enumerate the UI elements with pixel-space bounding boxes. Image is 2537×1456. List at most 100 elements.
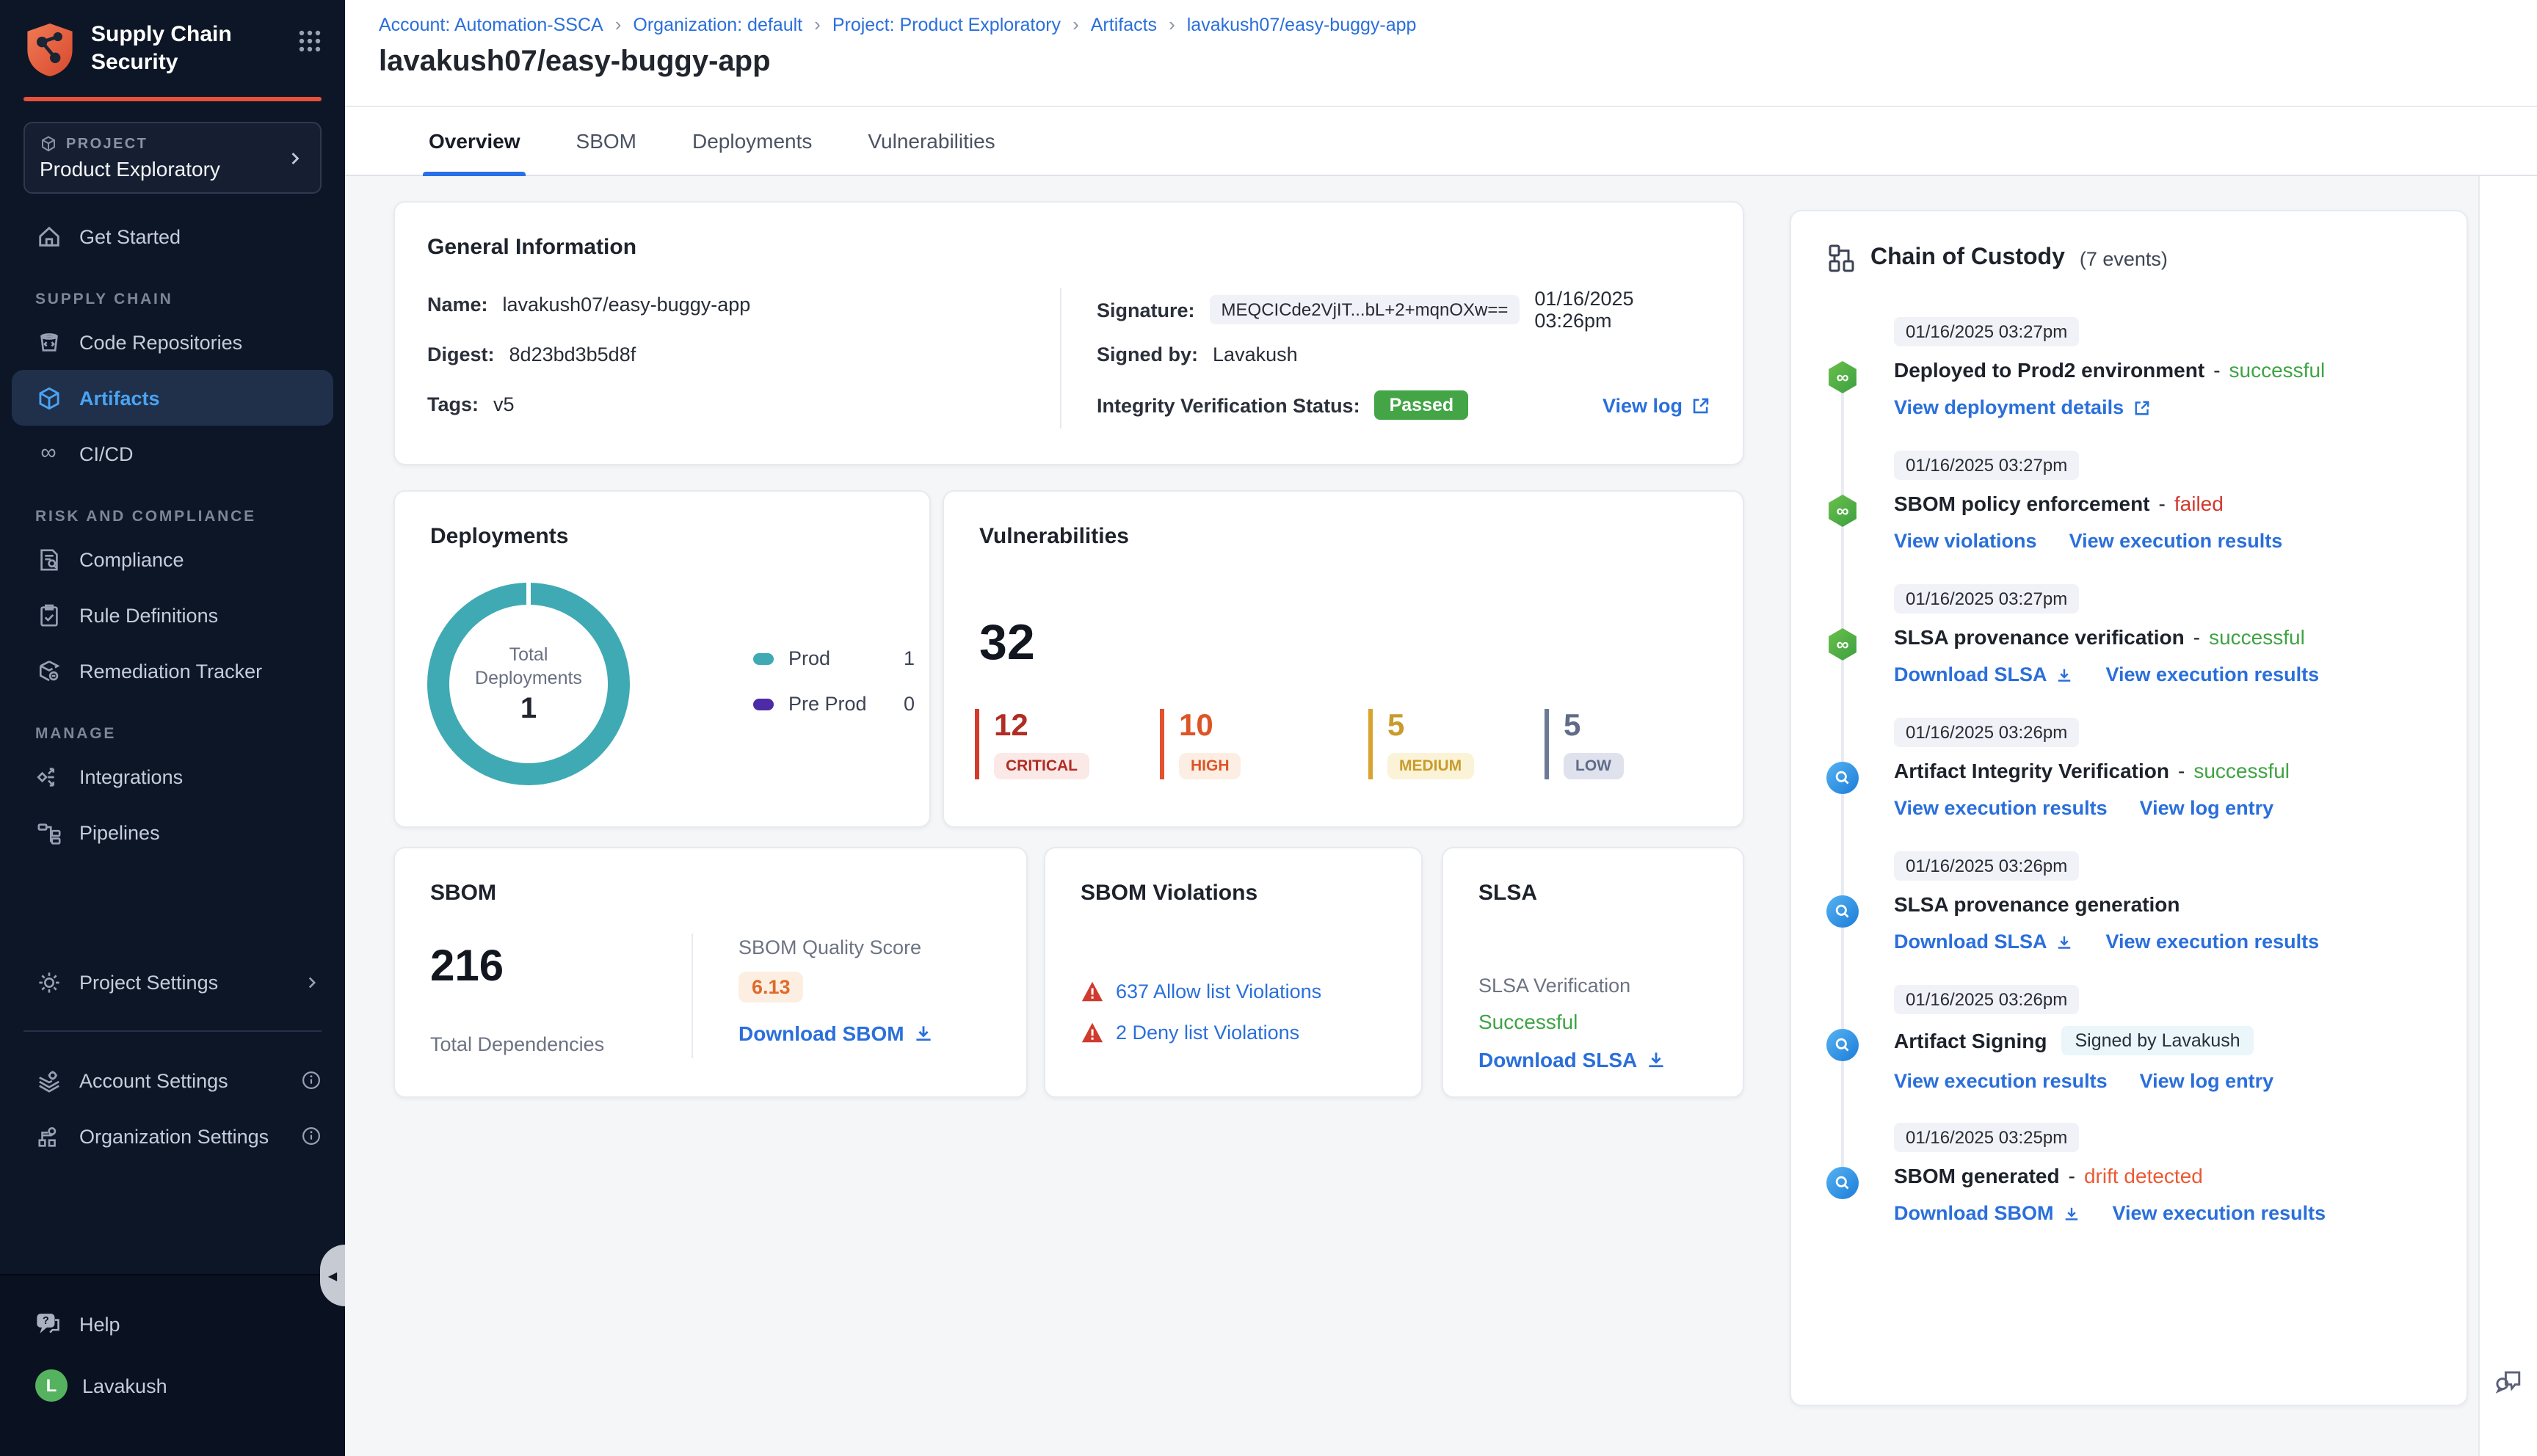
download-sbom-link[interactable]: Download SBOM [738,1022,934,1045]
view-violations-link[interactable]: View violations [1894,530,2037,552]
critical-badge: CRITICAL [994,753,1089,779]
event-timestamp: 01/16/2025 03:27pm [1894,317,2080,346]
info-icon[interactable] [301,1126,322,1146]
digest-label: Digest: [427,343,495,365]
help-button[interactable]: ? Help [35,1311,322,1337]
deny-list-violations-link[interactable]: 2 Deny list Violations [1116,1022,1299,1044]
view-deployment-details-link[interactable]: View deployment details [1894,396,2150,418]
feedback-chat-icon[interactable] [2493,1365,2525,1397]
chain-of-custody-icon [1829,244,1854,272]
event-title: SBOM policy enforcement [1894,492,2150,515]
event-title: SLSA provenance generation [1894,892,2180,916]
avatar: L [35,1369,68,1402]
view-execution-results-link[interactable]: View execution results [2106,931,2320,953]
sidebar-item-integrations[interactable]: Integrations [0,749,345,804]
download-slsa-link[interactable]: Download SLSA [1894,931,2074,953]
signed-by-value: Lavakush [1213,343,1298,365]
breadcrumb-current[interactable]: lavakush07/easy-buggy-app [1187,14,1417,34]
preprod-swatch [753,698,774,710]
deployments-donut-chart: Total Deployments 1 [427,583,630,785]
gear-icon [35,969,62,995]
sidebar-item-artifacts[interactable]: Artifacts [12,370,333,426]
warning-icon [1081,981,1103,1002]
event-title: SBOM generated [1894,1164,2060,1187]
view-log-entry-link[interactable]: View log entry [2140,1070,2274,1092]
view-log-entry-link[interactable]: View log entry [2140,797,2274,819]
integrity-status-label: Integrity Verification Status: [1097,394,1360,416]
ssca-scan-icon [1826,1029,1859,1061]
sidebar-footer: ? Help L Lavakush [0,1274,345,1456]
sbom-quality-score-label: SBOM Quality Score [738,936,922,958]
card-title: General Information [427,235,637,260]
info-icon[interactable] [301,1070,322,1091]
view-log-link[interactable]: View log [1603,394,1710,416]
download-sbom-link[interactable]: Download SBOM [1894,1202,2080,1224]
tab-sbom[interactable]: SBOM [576,107,636,175]
chevron-right-icon [285,148,305,168]
sidebar-item-cicd[interactable]: ∞ CI/CD [0,426,345,481]
breadcrumb-organization[interactable]: Organization: default [633,14,802,34]
digest-value: 8d23bd3b5d8f [509,343,636,365]
general-information-card: General Information Name: lavakush07/eas… [393,201,1744,465]
sbom-violations-card: SBOM Violations 637 Allow list Violation… [1044,847,1423,1098]
deployments-card: Deployments Total Deployments 1 Prod 1 P… [393,490,931,828]
project-name: Product Exploratory [40,157,220,181]
prod-swatch [753,652,774,664]
artifact-name-value: lavakush07/easy-buggy-app [502,294,751,316]
ssca-scan-icon [1826,1167,1859,1199]
download-icon [1649,1052,1663,1068]
deployments-legend: Prod 1 Pre Prod 0 [753,647,915,738]
module-grid-icon[interactable] [298,29,322,53]
breadcrumb-account[interactable]: Account: Automation-SSCA [379,14,603,34]
sidebar-item-rule-definitions[interactable]: Rule Definitions [0,587,345,643]
breadcrumb: Account: Automation-SSCA › Organization:… [379,13,1417,35]
infinity-icon: ∞ [40,440,57,465]
view-execution-results-link[interactable]: View execution results [1894,797,2108,819]
sidebar-item-get-started[interactable]: Get Started [0,208,345,264]
right-rail [2478,176,2537,1456]
sidebar-item-remediation-tracker[interactable]: Remediation Tracker [0,643,345,699]
shield-logo-icon [23,21,76,79]
sidebar-item-compliance[interactable]: Compliance [0,531,345,587]
sidebar-item-account-settings[interactable]: Account Settings [0,1052,345,1108]
sidebar-item-code-repositories[interactable]: Code Repositories [0,314,345,370]
section-label-supply-chain: SUPPLY CHAIN [35,291,173,308]
sidebar-item-project-settings[interactable]: Project Settings [0,954,345,1010]
legend-item-prod: Prod 1 [753,647,915,669]
breadcrumb-project[interactable]: Project: Product Exploratory [832,14,1061,34]
view-execution-results-link[interactable]: View execution results [1894,1070,2108,1092]
download-icon [2058,935,2071,948]
content: General Information Name: lavakush07/eas… [345,176,2537,1456]
view-execution-results-link[interactable]: View execution results [2069,530,2283,552]
view-execution-results-link[interactable]: View execution results [2106,663,2320,685]
box-tracker-icon [35,658,62,684]
tab-vulnerabilities[interactable]: Vulnerabilities [868,107,995,175]
view-execution-results-link[interactable]: View execution results [2113,1202,2326,1224]
sidebar-item-organization-settings[interactable]: Organization Settings [0,1108,345,1164]
chain-events-timeline: ∞ 01/16/2025 03:27pm Deployed to Prod2 e… [1826,317,2431,1226]
vulnerabilities-card: Vulnerabilities 32 12 CRITICAL 10 HIGH 5… [943,490,1744,828]
breadcrumb-artifacts[interactable]: Artifacts [1091,14,1157,34]
medium-badge: MEDIUM [1387,753,1474,779]
chain-event: ∞ 01/16/2025 03:27pm SLSA provenance ver… [1826,584,2431,687]
download-slsa-link[interactable]: Download SLSA [1478,1048,1666,1071]
integrations-icon [35,763,62,790]
slsa-card: SLSA SLSA Verification Successful Downlo… [1442,847,1744,1098]
sidebar-item-pipelines[interactable]: Pipelines [0,804,345,860]
project-selector[interactable]: PROJECT Product Exploratory [23,122,322,194]
chain-of-custody-card: Chain of Custody (7 events) ∞ 01/16/2025… [1790,210,2468,1406]
event-status: drift detected [2083,1164,2203,1187]
allow-list-violations-link[interactable]: 637 Allow list Violations [1116,980,1321,1002]
column-divider [692,933,693,1058]
tab-deployments[interactable]: Deployments [692,107,812,175]
download-slsa-link[interactable]: Download SLSA [1894,663,2074,685]
tab-overview[interactable]: Overview [422,107,527,176]
chain-event: 01/16/2025 03:26pm SLSA provenance gener… [1826,851,2431,954]
card-title: Vulnerabilities [979,524,1129,549]
external-link-icon [2134,400,2149,415]
critical-stat: 12 CRITICAL [975,709,1160,779]
signed-by-badge: Signed by Lavakush [2061,1026,2254,1055]
user-menu[interactable]: L Lavakush [35,1369,322,1402]
help-chat-icon: ? [35,1311,62,1337]
warning-icon [1081,1022,1103,1043]
